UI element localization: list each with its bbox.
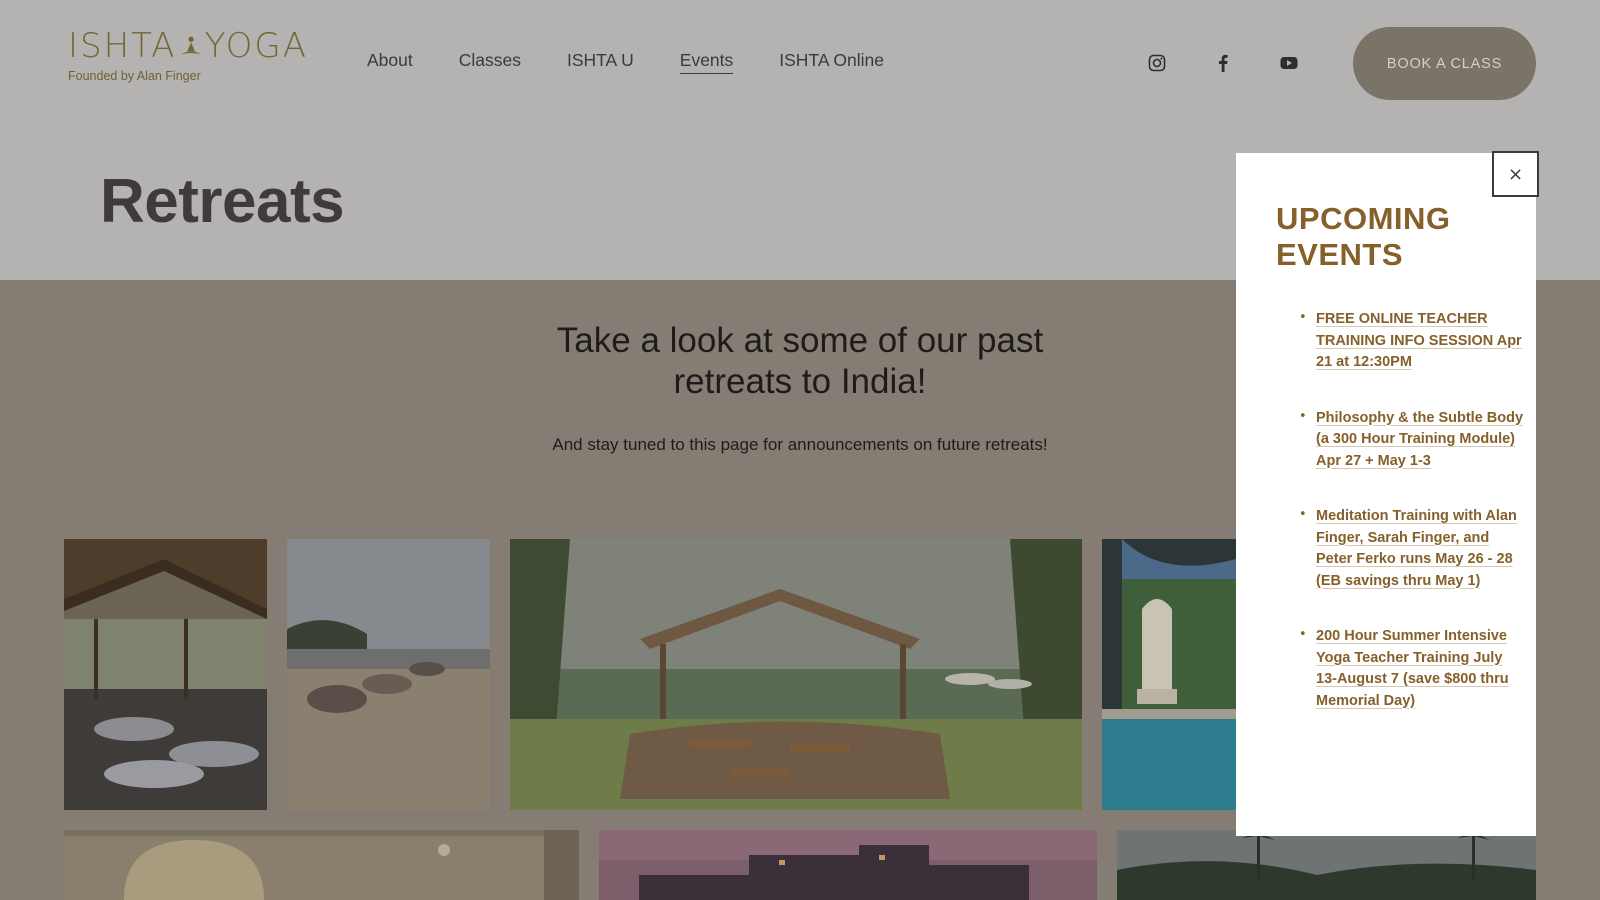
list-item: Philosophy & the Subtle Body (a 300 Hour… [1276,407,1526,472]
gallery-photo-yoga-pavilion[interactable] [64,539,267,810]
events-list: FREE ONLINE TEACHER TRAINING INFO SESSIO… [1276,308,1526,745]
nav-item-about[interactable]: About [367,50,413,74]
retreats-headline: Take a look at some of our past retreats… [556,321,1044,401]
logo-tagline: Founded by Alan Finger [68,69,201,83]
popup-title: UPCOMING EVENTS [1276,201,1451,272]
list-item: FREE ONLINE TEACHER TRAINING INFO SESSIO… [1276,308,1526,373]
list-item: Meditation Training with Alan Finger, Sa… [1276,505,1526,591]
lotus-figure-icon [180,36,201,55]
nav-item-ishta-online[interactable]: ISHTA Online [779,50,884,74]
event-link[interactable]: Meditation Training with Alan Finger, Sa… [1316,508,1517,589]
nav-item-events[interactable]: Events [679,50,734,74]
event-link[interactable]: 200 Hour Summer Intensive Yoga Teacher T… [1316,628,1509,709]
gallery-photo-palace-room[interactable] [64,830,579,900]
gallery-photo-fort-sunset[interactable] [599,830,1097,900]
logo-wordmark: ISHTA YOGA [68,26,308,66]
main-nav: About Classes ISHTA U Events ISHTA Onlin… [367,50,930,74]
youtube-icon[interactable] [1278,52,1300,74]
page-title: Retreats [100,167,345,236]
list-item: 200 Hour Summer Intensive Yoga Teacher T… [1276,625,1526,711]
nav-item-ishta-u[interactable]: ISHTA U [567,50,634,74]
event-link[interactable]: FREE ONLINE TEACHER TRAINING INFO SESSIO… [1316,311,1522,370]
gallery-photo-palace-pool[interactable] [1102,539,1236,810]
ishta-yoga-logo[interactable]: ISHTA YOGA Founded by Alan Finger [68,28,308,83]
instagram-icon[interactable] [1146,52,1168,74]
event-link[interactable]: Philosophy & the Subtle Body (a 300 Hour… [1316,410,1523,469]
book-a-class-button[interactable]: BOOK A CLASS [1353,27,1536,100]
close-icon[interactable]: × [1492,151,1539,197]
retreats-subline: And stay tuned to this page for announce… [552,435,1048,454]
nav-item-classes[interactable]: Classes [459,50,521,74]
gallery-photo-palms-dusk[interactable] [1117,830,1536,900]
upcoming-events-popup: UPCOMING EVENTS FREE ONLINE TEACHER TRAI… [1236,153,1536,836]
facebook-icon[interactable] [1212,52,1234,74]
site-header: ISHTA YOGA Founded by Alan Finger About … [0,0,1600,126]
gallery-photo-beach-group[interactable] [287,539,490,810]
gallery-photo-palm-pergola[interactable] [510,539,1082,810]
